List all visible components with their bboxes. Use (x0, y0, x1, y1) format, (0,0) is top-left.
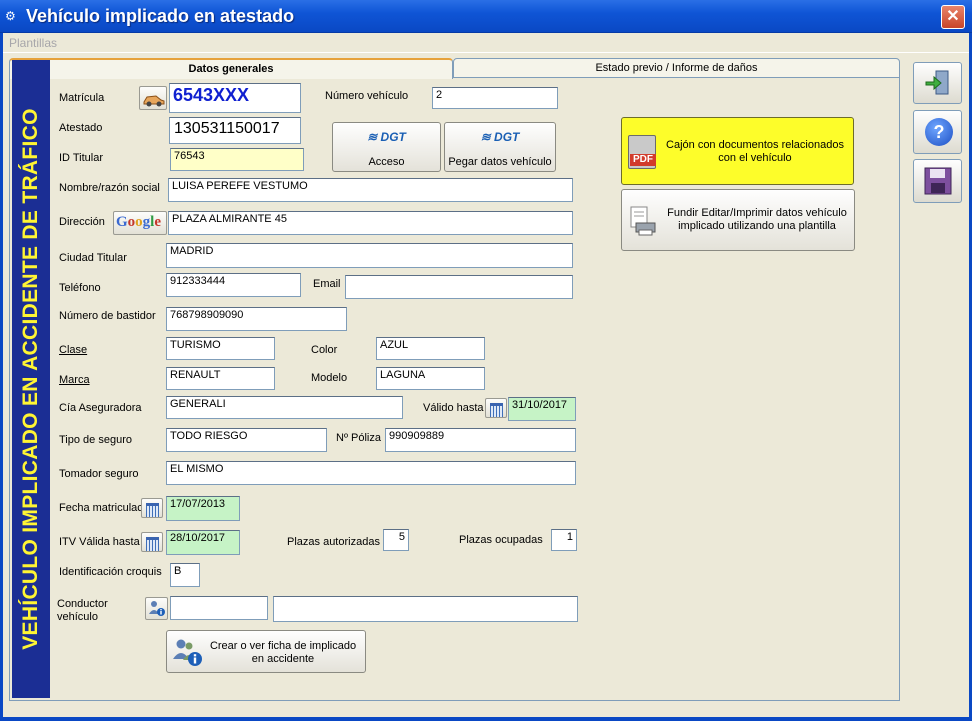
numero-vehiculo-field[interactable]: 2 (432, 87, 558, 109)
color-field[interactable]: AZUL (376, 337, 485, 360)
close-button[interactable]: ✕ (941, 5, 965, 29)
label-plazas-autorizadas: Plazas autorizadas (287, 536, 380, 548)
tab-datos-generales[interactable]: Datos generales (9, 58, 453, 79)
itv-calendar-icon[interactable] (141, 532, 163, 552)
label-plazas-ocupadas: Plazas ocupadas (459, 534, 543, 546)
dgt-logo-text: DGT (494, 130, 520, 144)
direccion-field[interactable]: PLAZA ALMIRANTE 45 (168, 211, 573, 235)
ciudad-field[interactable]: MADRID (166, 243, 573, 268)
label-telefono: Teléfono (59, 282, 101, 294)
atestado-field[interactable]: 130531150017 (169, 117, 301, 144)
tipo-seguro-field[interactable]: TODO RIESGO (166, 428, 327, 452)
window-frame-bottom (0, 717, 972, 721)
label-modelo: Modelo (311, 372, 348, 384)
pdf-badge: PDF (630, 154, 656, 166)
fundir-plantilla-label: Fundir Editar/Imprimir datos vehículo im… (667, 207, 847, 232)
poliza-field[interactable]: 990909889 (385, 428, 576, 452)
email-field[interactable] (345, 275, 573, 299)
app-icon: ⚙ (5, 9, 16, 23)
id-titular-field[interactable]: 76543 (170, 148, 304, 171)
dgt-pegar-label: Pegar datos vehículo (448, 156, 552, 168)
dgt-acceso-label: Acceso (368, 156, 405, 168)
label-tomador: Tomador seguro (59, 468, 139, 480)
label-marca-link[interactable]: Marca (59, 374, 90, 386)
cajon-documentos-label: Cajón con documentos relacionados con el… (666, 139, 844, 164)
label-valido-hasta: Válido hasta (423, 402, 484, 414)
people-info-icon (173, 639, 202, 666)
window-title: Vehículo implicado en atestado (26, 6, 295, 26)
tomador-field[interactable]: EL MISMO (166, 461, 576, 485)
help-button[interactable]: ? (913, 110, 962, 154)
printer-document-icon (630, 206, 656, 236)
fundir-plantilla-button[interactable]: Fundir Editar/Imprimir datos vehículo im… (621, 189, 855, 251)
valido-hasta-field[interactable]: 31/10/2017 (508, 397, 576, 421)
marca-field[interactable]: RENAULT (166, 367, 275, 390)
window-frame-left (0, 33, 3, 721)
clase-field[interactable]: TURISMO (166, 337, 275, 360)
dgt-logo-icon: ≋ (367, 130, 378, 144)
label-aseguradora: Cía Aseguradora (59, 402, 142, 414)
label-id-titular: ID Titular (59, 152, 104, 164)
label-nombre: Nombre/razón social (59, 182, 160, 194)
telefono-field[interactable]: 912333444 (166, 273, 301, 297)
fecha-matriculacion-calendar-icon[interactable] (141, 498, 163, 518)
crear-ficha-button[interactable]: Crear o ver ficha de implicado en accide… (166, 630, 366, 673)
dgt-logo-icon: ≋ (480, 130, 491, 144)
crear-ficha-label: Crear o ver ficha de implicado en accide… (209, 640, 357, 665)
label-atestado: Atestado (59, 122, 103, 134)
save-button[interactable] (913, 159, 962, 203)
aseguradora-field[interactable]: GENERALI (166, 396, 403, 419)
nombre-field[interactable]: LUISA PEREFE VESTUMO (168, 178, 573, 202)
label-tipo-seguro: Tipo de seguro (59, 434, 132, 446)
valido-hasta-calendar-icon[interactable] (485, 398, 507, 418)
croquis-field[interactable]: B (170, 563, 200, 587)
label-fecha-matriculacion: Fecha matriculac (59, 502, 143, 514)
label-direccion: Dirección (59, 216, 105, 228)
label-poliza: Nº Póliza (336, 432, 381, 444)
fecha-matriculacion-field[interactable]: 17/07/2013 (166, 496, 240, 521)
matricula-field[interactable]: 6543XXX (169, 83, 301, 113)
person-info-icon (149, 601, 165, 616)
vertical-banner-text: VEHÍCULO IMPLICADO EN ACCIDENTE DE TRÁFI… (19, 108, 42, 650)
itv-field[interactable]: 28/10/2017 (166, 530, 240, 555)
dgt-logo-text: DGT (380, 130, 406, 144)
label-color: Color (311, 344, 338, 356)
conductor-id-field[interactable] (170, 596, 268, 620)
cajon-documentos-button[interactable]: PDF Cajón con documentos relacionados co… (621, 117, 854, 185)
menu-bar (3, 33, 969, 53)
label-matricula: Matrícula (59, 92, 105, 104)
tab-estado-previo[interactable]: Estado previo / Informe de daños (453, 58, 900, 78)
plate-search-button[interactable] (139, 86, 167, 110)
conductor-lookup-button[interactable] (145, 597, 168, 620)
label-conductor-vehiculo: vehículo (57, 611, 98, 623)
menu-plantillas[interactable]: Plantillas (9, 36, 57, 50)
dgt-pegar-datos-button[interactable]: ≋ DGT Pegar datos vehículo (444, 122, 556, 172)
label-itv: ITV Válida hasta (59, 536, 140, 548)
dgt-acceso-button[interactable]: ≋ DGT Acceso (332, 122, 441, 172)
exit-door-icon (925, 70, 949, 95)
label-conductor: Conductor (57, 598, 108, 610)
label-numero-vehiculo: Número vehículo (325, 90, 409, 102)
google-logo: Google (116, 214, 162, 230)
help-icon: ? (925, 118, 953, 146)
label-clase-link[interactable]: Clase (59, 344, 87, 356)
label-bastidor: Número de bastidor (59, 310, 156, 322)
plazas-ocupadas-field[interactable]: 1 (551, 529, 577, 551)
bastidor-field[interactable]: 768798909090 (166, 307, 347, 331)
conductor-nombre-field[interactable] (273, 596, 578, 622)
exit-button[interactable] (913, 62, 962, 104)
label-croquis: Identificación croquis (59, 566, 162, 578)
google-maps-button[interactable]: Google (113, 211, 167, 235)
plazas-autorizadas-field[interactable]: 5 (383, 529, 409, 551)
label-email: Email (313, 278, 341, 290)
modelo-field[interactable]: LAGUNA (376, 367, 485, 390)
car-key-icon (143, 95, 165, 107)
label-ciudad: Ciudad Titular (59, 252, 127, 264)
floppy-save-icon (924, 167, 952, 195)
